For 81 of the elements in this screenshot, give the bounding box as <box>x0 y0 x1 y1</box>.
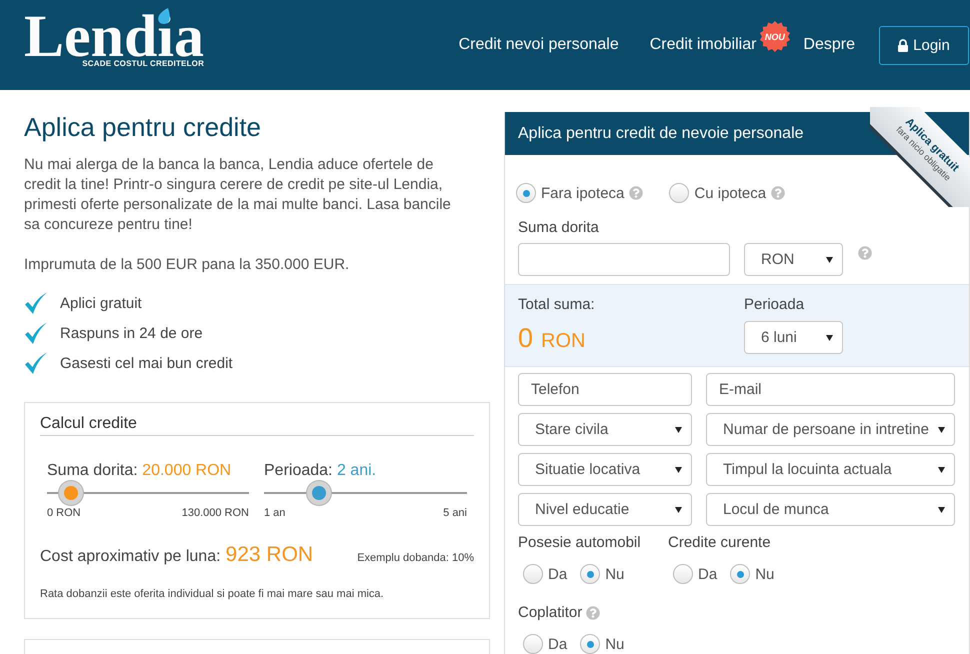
period-select[interactable]: 6 luni <box>744 321 843 354</box>
option-label[interactable]: Da <box>548 566 568 582</box>
text-field[interactable]: E-mail <box>706 373 955 406</box>
caret-icon <box>938 466 945 472</box>
option-label[interactable]: Nu <box>755 566 774 582</box>
slider-track[interactable] <box>47 481 249 505</box>
range-min-label: 1 an <box>264 506 286 520</box>
select-field[interactable]: Nivel educatie <box>518 493 692 526</box>
caret-icon <box>826 256 833 262</box>
panel-title: Aplica pentru credit de nevoie personale <box>518 124 804 142</box>
benefit-text: Aplici gratuit <box>60 294 142 312</box>
total-currency: RON <box>541 330 586 352</box>
nav-link[interactable]: Despre <box>803 36 855 54</box>
slider-thumb[interactable] <box>59 481 84 505</box>
nav-link[interactable]: Credit nevoi personale <box>458 36 619 54</box>
range-min-label: 0 RON <box>47 506 81 520</box>
select-field[interactable]: Numar de persoane in intretine <box>706 413 955 446</box>
help-icon <box>629 186 644 200</box>
radio-button[interactable] <box>673 564 693 584</box>
slider-label: Suma dorita: <box>47 462 138 479</box>
option-label[interactable]: Cu ipoteca <box>694 184 766 202</box>
page-title: Aplica pentru credite <box>24 112 262 142</box>
check-icon <box>24 321 48 345</box>
option-label[interactable]: Fara ipoteca <box>541 184 624 202</box>
intro-paragraph: Nu mai alerga de la banca la banca, Lendia aduce ofertele de credit la tine! Printr-o singura cerere de credit pe site-ul Lendia, primesti oferte personalizate de la mai multe banci. Lasa bancile sa concureze pentru tine! <box>24 155 452 235</box>
radio-button[interactable] <box>669 183 690 203</box>
radio-button[interactable] <box>523 564 543 584</box>
check-icon <box>24 351 48 375</box>
currency-select[interactable]: RON <box>744 243 843 276</box>
question-label: Coplatitor <box>518 604 582 622</box>
slider-value: 2 ani. <box>336 462 376 479</box>
caret-icon <box>675 466 682 472</box>
radio-button[interactable] <box>516 183 536 203</box>
option-label[interactable]: Nu <box>605 636 624 652</box>
select-field[interactable]: Locul de munca <box>706 493 955 526</box>
radio-button[interactable] <box>730 564 750 584</box>
new-badge: NOU <box>759 21 790 52</box>
question-label: Credite curente <box>668 534 771 552</box>
card-title: Calcul credite <box>40 415 137 432</box>
total-amount: 0 <box>518 322 534 352</box>
caret-icon <box>938 426 945 432</box>
logo-wordmark[interactable]: Lendia <box>24 13 204 59</box>
benefit-text: Gasesti cel mai bun credit <box>60 354 233 372</box>
radio-button[interactable] <box>523 634 543 654</box>
nav-link[interactable]: Credit imobiliar <box>650 36 756 54</box>
option-label[interactable]: Nu <box>605 566 624 582</box>
radio-button[interactable] <box>580 634 600 654</box>
select-field[interactable]: Timpul la locuinta actuala <box>706 453 955 486</box>
caret-icon <box>675 426 682 432</box>
option-label[interactable]: Da <box>698 566 718 582</box>
caret-icon <box>826 334 833 340</box>
period-label: Perioada <box>744 296 804 314</box>
amount-field[interactable] <box>518 243 730 276</box>
help-icon <box>771 186 786 200</box>
range-max-label: 130.000 RON <box>182 506 249 520</box>
range-max-label: 5 ani <box>443 506 467 520</box>
cost-value: 923 RON <box>226 542 314 568</box>
select-field[interactable]: Stare civila <box>518 413 692 446</box>
option-label[interactable]: Da <box>548 636 568 652</box>
lock-icon <box>898 38 908 52</box>
benefit-text: Raspuns in 24 de ore <box>60 324 203 342</box>
total-label: Total suma: <box>518 296 595 314</box>
check-icon <box>24 291 48 315</box>
interest-note: Rata dobanzii este oferita individual si poate fi mai mare sau mai mica. <box>40 587 385 601</box>
text-field[interactable]: Telefon <box>518 373 692 406</box>
interest-example: Exemplu dobanda: 10% <box>357 552 474 564</box>
help-icon <box>858 246 872 260</box>
select-field[interactable]: Situatie locativa <box>518 453 692 486</box>
cost-label: Cost aproximativ pe luna: <box>40 548 221 566</box>
loan-range-text: Imprumuta de la 500 EUR pana la 350.000 EUR. <box>24 255 350 275</box>
slider-value: 20.000 RON <box>142 462 232 479</box>
slider-track[interactable] <box>264 481 467 505</box>
radio-button[interactable] <box>580 564 600 584</box>
question-label: Posesie automobil <box>518 534 641 552</box>
field-label: Suma dorita <box>518 219 599 237</box>
slider-thumb[interactable] <box>306 481 331 505</box>
login-button[interactable]: Login <box>879 26 969 64</box>
slider-label: Perioada: <box>264 462 332 479</box>
caret-icon <box>938 506 945 512</box>
caret-icon <box>675 506 682 512</box>
logo-tagline: SCADE COSTUL CREDITELOR <box>82 59 204 68</box>
